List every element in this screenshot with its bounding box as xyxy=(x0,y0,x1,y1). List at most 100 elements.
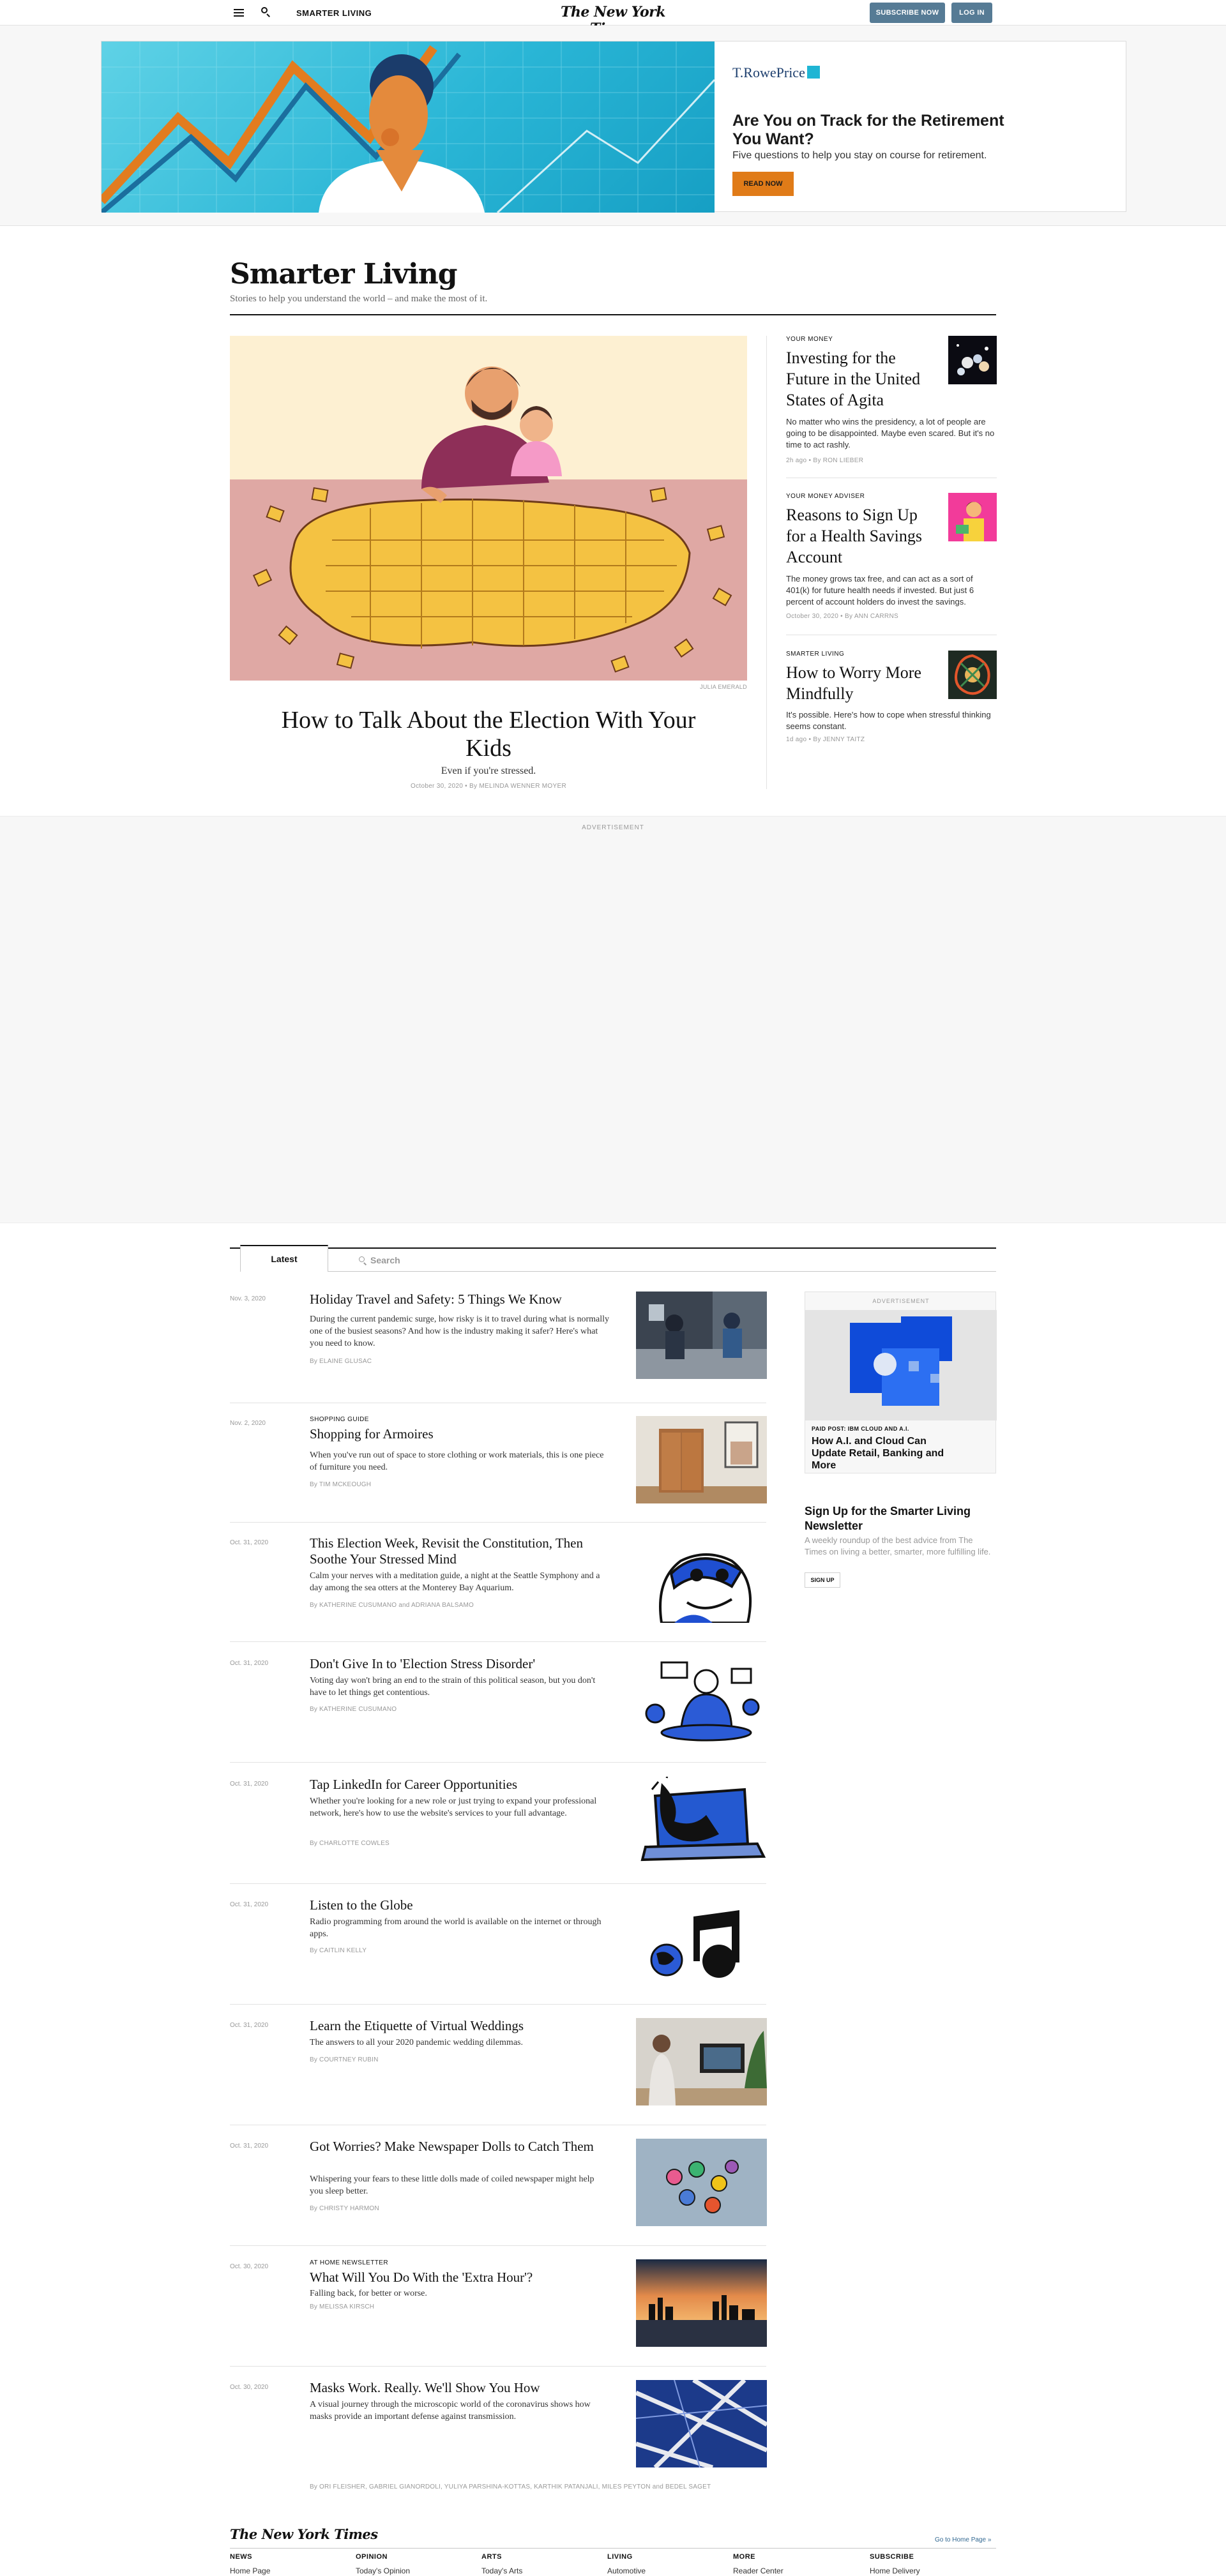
item-divider xyxy=(230,1762,766,1763)
side-story-meta: 1d ago • By JENNY TAITZ xyxy=(786,736,865,743)
item-date: Oct. 31, 2020 xyxy=(230,1781,269,1788)
side-story-headline[interactable]: Reasons to Sign Up for a Health Savings … xyxy=(786,504,935,568)
footer-link[interactable]: Today's Opinion xyxy=(356,2566,410,2575)
item-thumbnail[interactable] xyxy=(636,1897,767,1985)
footer-link[interactable]: Today's Arts xyxy=(481,2566,522,2575)
item-thumbnail[interactable] xyxy=(636,1292,767,1379)
item-kicker[interactable]: SHOPPING GUIDE xyxy=(310,1416,369,1423)
item-thumbnail[interactable] xyxy=(636,2380,767,2467)
footer-nyt-logo[interactable]: The New York Times xyxy=(230,2526,378,2542)
item-headline[interactable]: Masks Work. Really. We'll Show You How xyxy=(310,2380,623,2396)
rail-advertisement[interactable]: ADVERTISEMENT PAID POST: IBM CLOUD AND A… xyxy=(805,1292,997,1473)
hero-headline[interactable]: How to Talk About the Election With Your… xyxy=(255,706,722,762)
item-divider xyxy=(230,1641,766,1642)
item-headline[interactable]: Learn the Etiquette of Virtual Weddings xyxy=(310,2018,623,2034)
top-advertisement-band: T.RowePrice Are You on Track for the Ret… xyxy=(0,26,1226,226)
ad-brand-text: T.RowePrice xyxy=(732,64,805,80)
item-byline: By ORI FLEISHER, GABRIEL GIANORDOLI, YUL… xyxy=(310,2483,711,2490)
rail-ad-headline[interactable]: How A.I. and Cloud Can Update Retail, Ba… xyxy=(812,1435,958,1472)
search-icon[interactable] xyxy=(261,6,272,18)
item-headline[interactable]: This Election Week, Revisit the Constitu… xyxy=(310,1535,623,1567)
list-item: Nov. 2, 2020 SHOPPING GUIDE Shopping for… xyxy=(230,1416,767,1512)
item-thumbnail[interactable] xyxy=(636,2018,767,2105)
side-story-headline[interactable]: Investing for the Future in the United S… xyxy=(786,347,935,411)
login-button[interactable]: LOG IN xyxy=(951,3,992,23)
search-input[interactable] xyxy=(370,1253,945,1268)
search-icon xyxy=(359,1256,367,1265)
side-story-thumbnail[interactable] xyxy=(948,651,997,699)
ad-read-now-button[interactable]: READ NOW xyxy=(732,172,794,196)
rail-ad-kicker: PAID POST: IBM CLOUD AND A.I. xyxy=(812,1426,909,1432)
list-item: Nov. 3, 2020 Holiday Travel and Safety: … xyxy=(230,1292,767,1387)
item-byline: By KATHERINE CUSUMANO and ADRIANA BALSAM… xyxy=(310,1602,474,1609)
footer-link[interactable]: Automotive xyxy=(607,2566,646,2575)
item-thumbnail[interactable] xyxy=(636,1535,767,1623)
hero-summary: Even if you're stressed. xyxy=(441,765,536,776)
ad-illustration xyxy=(102,41,715,213)
item-date: Oct. 31, 2020 xyxy=(230,1539,269,1546)
item-byline: By MELISSA KIRSCH xyxy=(310,2303,375,2310)
item-summary: Falling back, for better or worse. xyxy=(310,2289,427,2298)
hamburger-menu-icon[interactable] xyxy=(234,7,244,17)
item-kicker[interactable]: AT HOME NEWSLETTER xyxy=(310,2259,388,2266)
side-story: SMARTER LIVING How to Worry More Mindful… xyxy=(786,651,997,746)
go-to-home-page-link[interactable]: Go to Home Page » xyxy=(935,2536,991,2543)
item-date: Oct. 30, 2020 xyxy=(230,2384,269,2391)
item-headline[interactable]: Listen to the Globe xyxy=(310,1897,623,1913)
item-thumbnail[interactable] xyxy=(636,2139,767,2226)
ad-headline: Are You on Track for the Retirement You … xyxy=(732,112,1004,148)
footer-link[interactable]: Reader Center xyxy=(733,2566,783,2575)
item-byline: By COURTNEY RUBIN xyxy=(310,2056,379,2063)
item-summary: Calm your nerves with a meditation guide… xyxy=(310,1571,600,1593)
section-divider xyxy=(230,314,996,315)
list-item: Oct. 30, 2020 Masks Work. Really. We'll … xyxy=(230,2380,767,2490)
footer-col-arts[interactable]: ARTS xyxy=(481,2553,502,2561)
item-date: Nov. 2, 2020 xyxy=(230,1420,266,1427)
newsletter-description: A weekly roundup of the best advice from… xyxy=(805,1535,991,1556)
footer-col-living[interactable]: LIVING xyxy=(607,2553,633,2561)
item-thumbnail[interactable] xyxy=(636,1416,767,1503)
tab-latest[interactable]: Latest xyxy=(240,1245,328,1272)
item-date: Nov. 3, 2020 xyxy=(230,1295,266,1302)
item-summary: A visual journey through the microscopic… xyxy=(310,2400,591,2422)
item-summary: The answers to all your 2020 pandemic we… xyxy=(310,2038,523,2047)
list-item: Oct. 31, 2020 Don't Give In to 'Election… xyxy=(230,1656,767,1752)
item-summary: Whether you're looking for a new role or… xyxy=(310,1796,597,1818)
footer-col-news[interactable]: NEWS xyxy=(230,2553,252,2561)
ad-brand-logo: T.RowePrice xyxy=(732,64,820,81)
newsletter-signup-button[interactable]: SIGN UP xyxy=(805,1572,840,1588)
trowe-price-ad[interactable]: T.RowePrice Are You on Track for the Ret… xyxy=(101,41,1126,213)
item-headline[interactable]: What Will You Do With the 'Extra Hour'? xyxy=(310,2270,623,2286)
side-story: YOUR MONEY ADVISER Reasons to Sign Up fo… xyxy=(786,493,997,627)
subscribe-button[interactable]: SUBSCRIBE NOW xyxy=(870,3,945,23)
item-date: Oct. 30, 2020 xyxy=(230,2263,269,2270)
section-title: Smarter Living xyxy=(230,258,458,290)
footer-col-subscribe[interactable]: SUBSCRIBE xyxy=(870,2553,914,2561)
item-thumbnail[interactable] xyxy=(636,1777,767,1864)
footer-col-more[interactable]: MORE xyxy=(733,2553,755,2561)
item-thumbnail[interactable] xyxy=(636,2259,767,2347)
item-thumbnail[interactable] xyxy=(636,1656,767,1744)
brand-mark-icon xyxy=(806,66,820,79)
list-item: Oct. 31, 2020 This Election Week, Revisi… xyxy=(230,1535,767,1631)
item-headline[interactable]: Don't Give In to 'Election Stress Disord… xyxy=(310,1656,623,1672)
footer-link[interactable]: Home Delivery xyxy=(870,2566,920,2575)
side-story-thumbnail[interactable] xyxy=(948,493,997,541)
item-divider xyxy=(230,1522,766,1523)
item-summary: Whispering your fears to these little do… xyxy=(310,2174,594,2196)
stream-search xyxy=(328,1249,996,1272)
item-headline[interactable]: Got Worries? Make Newspaper Dolls to Cat… xyxy=(310,2139,623,2155)
item-headline[interactable]: Holiday Travel and Safety: 5 Things We K… xyxy=(310,1292,623,1307)
hero-image[interactable] xyxy=(230,336,747,681)
newsletter-title: Sign Up for the Smarter Living Newslette… xyxy=(805,1505,971,1532)
advertisement-slot: ADVERTISEMENT xyxy=(0,816,1226,1223)
item-headline[interactable]: Shopping for Armoires xyxy=(310,1426,623,1442)
section-name-link[interactable]: SMARTER LIVING xyxy=(296,8,372,18)
footer-link[interactable]: Home Page xyxy=(230,2566,270,2575)
side-story-headline[interactable]: How to Worry More Mindfully xyxy=(786,662,935,704)
item-summary: During the current pandemic surge, how r… xyxy=(310,1314,610,1348)
item-headline[interactable]: Tap LinkedIn for Career Opportunities xyxy=(310,1777,623,1793)
side-story-summary: The money grows tax free, and can act as… xyxy=(786,574,974,606)
footer-col-opinion[interactable]: OPINION xyxy=(356,2553,388,2561)
side-story-thumbnail[interactable] xyxy=(948,336,997,384)
